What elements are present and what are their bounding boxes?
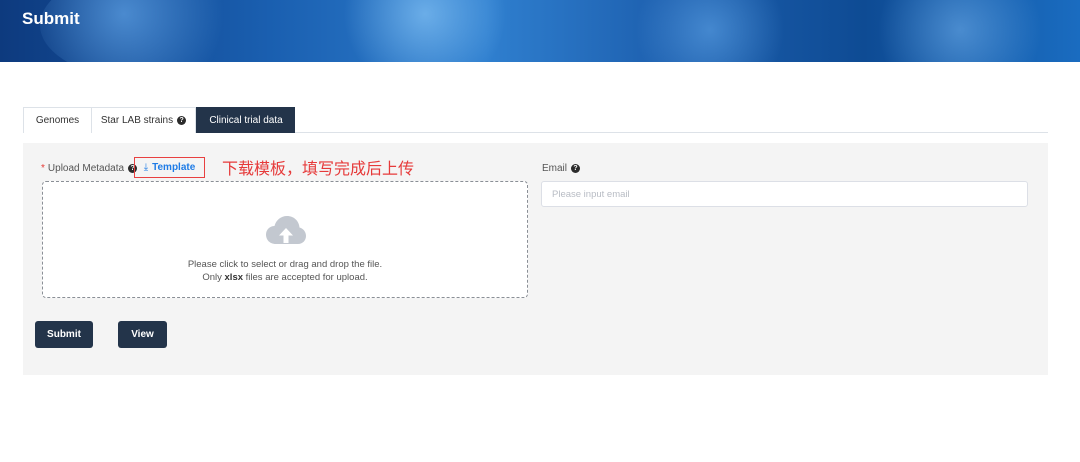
email-label-text: Email	[542, 163, 568, 174]
header-banner: Submit	[0, 0, 1080, 62]
banner-decoration	[330, 0, 520, 62]
tab-genomes[interactable]: Genomes	[23, 107, 91, 133]
submit-button[interactable]: Submit	[35, 321, 93, 348]
tab-star-lab-strains[interactable]: Star LAB strains ?	[91, 107, 196, 133]
upload-hint: Please click to select or drag and drop …	[187, 259, 383, 270]
annotation-note: 下载模板，填写完成后上传	[222, 159, 415, 178]
tab-label: Star LAB strains	[100, 115, 174, 126]
question-circle-icon[interactable]: ?	[571, 164, 581, 173]
banner-decoration	[860, 0, 1060, 62]
tab-clinical-trial-data[interactable]: Clinical trial data	[196, 107, 295, 133]
view-button[interactable]: View	[118, 321, 167, 348]
template-link-text: Template	[152, 162, 196, 173]
email-field[interactable]	[541, 181, 1028, 207]
upload-metadata-label: * Upload Metadata ?	[41, 163, 138, 174]
page-title: Submit	[22, 9, 80, 28]
required-mark: *	[41, 163, 45, 174]
email-label: Email ?	[542, 163, 581, 174]
template-download-link[interactable]: ⤓ Template	[134, 157, 205, 178]
upload-label-text: Upload Metadata	[47, 163, 125, 174]
tab-bar: Genomes Star LAB strains ? Clinical tria…	[23, 107, 1048, 133]
download-icon: ⤓	[143, 162, 149, 173]
tab-label: Genomes	[35, 115, 80, 126]
upload-format-hint: Only xlsx files are accepted for upload.	[202, 272, 368, 283]
cloud-upload-icon	[266, 216, 306, 244]
question-circle-icon[interactable]: ?	[177, 116, 187, 125]
file-format: xlsx	[224, 272, 244, 283]
upload-dropzone[interactable]: Please click to select or drag and drop …	[42, 181, 528, 298]
tab-label: Clinical trial data	[209, 115, 283, 126]
banner-decoration	[620, 0, 800, 62]
